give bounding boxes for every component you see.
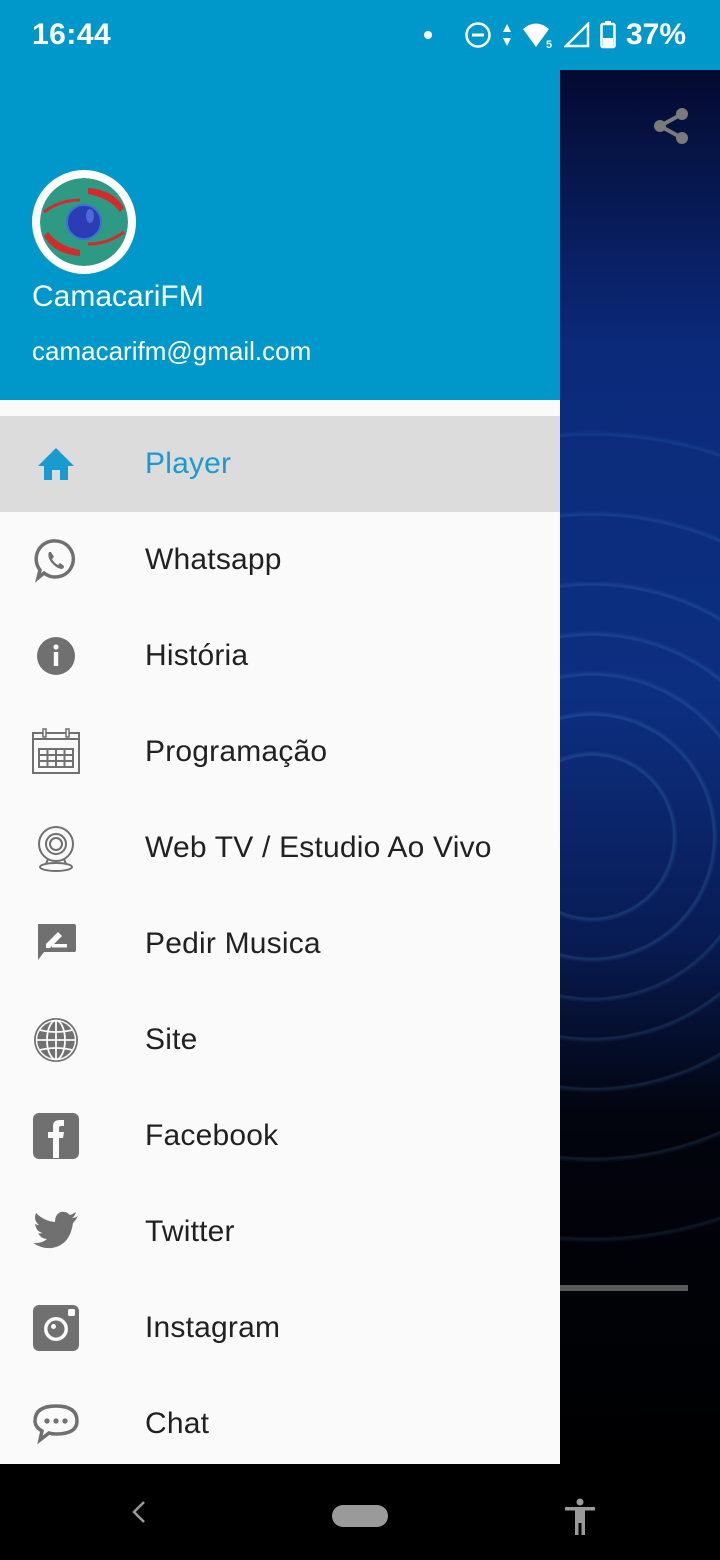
message-edit-icon	[38, 924, 76, 960]
status-icons: 5 37%	[423, 16, 686, 54]
player-background[interactable]	[560, 70, 720, 1464]
twitter-icon	[33, 1211, 78, 1249]
menu-item-pedir-musica[interactable]: Pedir Musica	[0, 896, 560, 992]
drawer-email: camacarifm@gmail.com	[32, 336, 312, 366]
menu-item-instagram[interactable]: Instagram	[0, 1280, 560, 1376]
battery-icon	[600, 21, 616, 49]
menu-item-site[interactable]: Site	[0, 992, 560, 1088]
info-icon	[37, 637, 75, 675]
app-logo-avatar	[32, 170, 136, 274]
menu-item-label: Programação	[145, 735, 328, 768]
accessibility-icon[interactable]	[560, 1496, 600, 1536]
svg-text:5: 5	[546, 39, 552, 49]
whatsapp-icon	[34, 539, 76, 583]
calendar-icon	[32, 728, 80, 774]
battery-percent: 37%	[625, 18, 686, 51]
drawer-app-name: CamacariFM	[32, 280, 204, 313]
menu-item-programacao[interactable]: Programação	[0, 704, 560, 800]
instagram-icon	[33, 1305, 79, 1351]
notification-dot-icon	[423, 31, 432, 39]
menu-item-label: Instagram	[145, 1311, 281, 1344]
menu-item-label: História	[145, 639, 249, 672]
menu-item-web-tv[interactable]: Web TV / Estudio Ao Vivo	[0, 800, 560, 896]
menu-item-label: Whatsapp	[145, 543, 282, 576]
system-nav-bar	[0, 1464, 720, 1560]
menu-item-label: Player	[145, 447, 232, 480]
cell-signal-icon	[563, 22, 590, 48]
menu-item-twitter[interactable]: Twitter	[0, 1184, 560, 1280]
drawer-menu: Player Whatsapp História Programação Web…	[0, 400, 560, 1464]
wifi-icon: 5	[522, 23, 552, 49]
back-icon[interactable]	[126, 1496, 152, 1528]
menu-item-historia[interactable]: História	[0, 608, 560, 704]
do-not-disturb-icon	[465, 22, 491, 48]
playback-progress-bar[interactable]	[560, 1285, 688, 1291]
menu-item-player[interactable]: Player	[0, 416, 560, 512]
menu-item-label: Web TV / Estudio Ao Vivo	[145, 831, 492, 864]
menu-item-whatsapp[interactable]: Whatsapp	[0, 512, 560, 608]
menu-item-label: Facebook	[145, 1119, 279, 1152]
drawer-header: CamacariFM camacarifm@gmail.com	[0, 70, 560, 400]
webcam-icon	[38, 826, 74, 872]
logo-icon	[40, 178, 128, 266]
menu-item-label: Pedir Musica	[145, 927, 321, 960]
menu-item-label: Chat	[145, 1407, 210, 1440]
menu-item-facebook[interactable]: Facebook	[0, 1088, 560, 1184]
globe-icon	[34, 1018, 78, 1062]
menu-item-chat[interactable]: Chat	[0, 1376, 560, 1464]
menu-item-label: Site	[145, 1023, 198, 1056]
status-bar: 16:44 5 37%	[0, 0, 720, 70]
home-pill-button[interactable]	[332, 1505, 388, 1527]
share-icon[interactable]	[648, 102, 696, 150]
chat-icon	[33, 1404, 79, 1445]
data-arrows-icon	[502, 24, 511, 46]
home-icon	[38, 448, 74, 480]
navigation-drawer: CamacariFM camacarifm@gmail.com Player W…	[0, 70, 560, 1464]
facebook-icon	[33, 1113, 79, 1159]
menu-item-label: Twitter	[145, 1215, 235, 1248]
status-time: 16:44	[32, 18, 112, 51]
